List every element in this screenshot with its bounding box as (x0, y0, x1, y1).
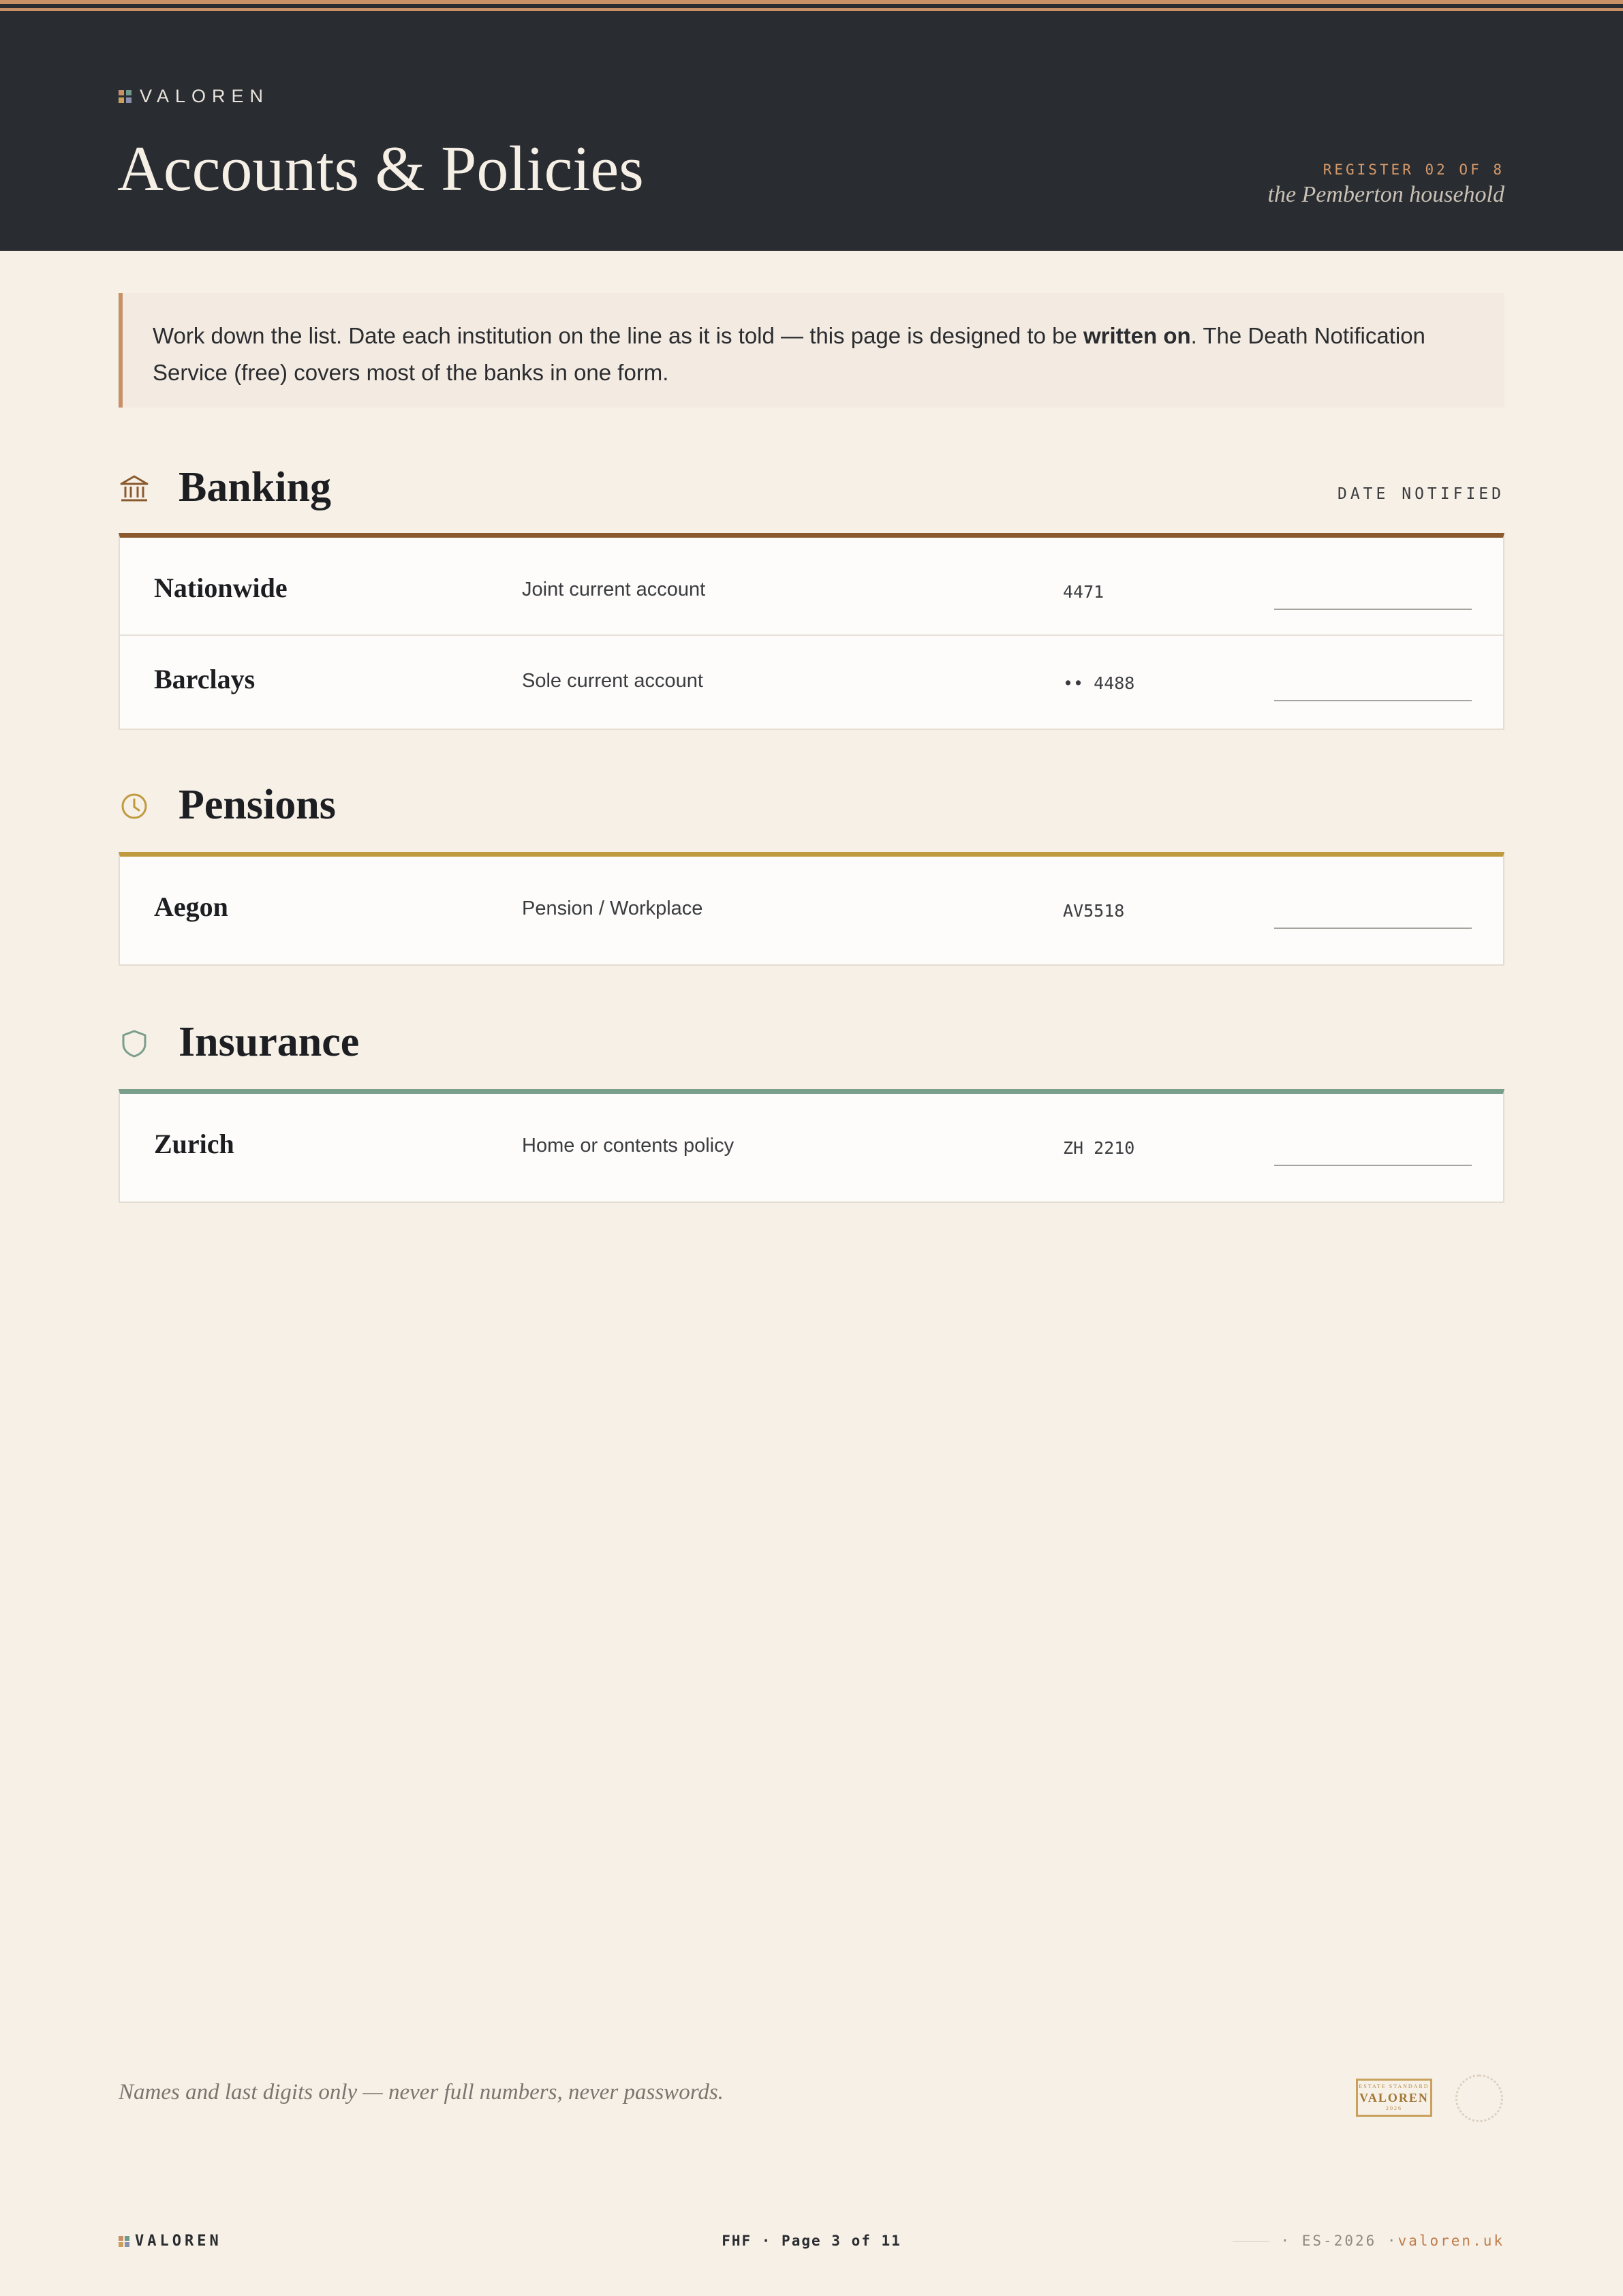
date-notified-line[interactable] (1274, 609, 1472, 610)
section-insurance-header: Insurance (119, 1011, 1504, 1073)
footer-code: · ES-2026 · (1280, 2233, 1398, 2249)
account-reference: ZH 2210 (1063, 1138, 1135, 1158)
account-description: Joint current account (522, 579, 706, 600)
section-title: Pensions (179, 782, 336, 828)
institution-name: Barclays (154, 664, 256, 694)
account-reference: •• 4488 (1063, 673, 1135, 693)
brand-logo: VALOREN (119, 85, 269, 108)
institution-name: Zurich (154, 1129, 234, 1159)
shield-icon (122, 1030, 146, 1058)
footer-disclaimer: Names and last digits only — never full … (119, 2080, 724, 2104)
brand-mark-square (126, 89, 132, 95)
instructions-note: Work down the list. Date each institutio… (119, 293, 1504, 408)
estate-standard-seal: ESTATE STANDARD VALOREN 2026 (1356, 2079, 1432, 2117)
insurance-card: Zurich Home or contents policy ZH 2210 (119, 1089, 1504, 1203)
footer-site-link[interactable]: valoren.uk (1398, 2233, 1504, 2249)
banking-card: Nationwide Joint current account 4471 Ba… (119, 533, 1504, 730)
brand-mark-square (126, 97, 132, 103)
institution-name: Aegon (154, 891, 228, 922)
brand-mark-square (119, 97, 124, 103)
header-accent-stripe (0, 8, 1623, 11)
date-notified-line[interactable] (1274, 1165, 1472, 1166)
register-info: REGISTER 02 OF 8 the Pemberton household (1268, 161, 1505, 210)
stamp-circle-icon (1455, 2075, 1503, 2122)
page-header: VALOREN Accounts & Policies REGISTER 02 … (0, 0, 1623, 251)
account-description: Sole current account (522, 670, 703, 692)
table-row: Aegon Pension / Workplace AV5518 (120, 857, 1503, 964)
date-notified-line[interactable] (1274, 928, 1472, 929)
seal-name: VALOREN (1359, 2091, 1429, 2104)
table-row: Nationwide Joint current account 4471 (120, 538, 1503, 634)
section-title: Insurance (179, 1019, 360, 1065)
account-reference: AV5518 (1063, 901, 1125, 921)
instructions-emphasis: written on (1083, 323, 1191, 348)
brand-mark-square (119, 89, 124, 95)
table-row: Zurich Home or contents policy ZH 2210 (120, 1094, 1503, 1201)
date-notified-line[interactable] (1274, 700, 1472, 701)
header-accent-stripe (0, 0, 1623, 4)
seal-top-text: ESTATE STANDARD (1359, 2083, 1429, 2090)
clock-icon (121, 793, 147, 819)
brand-mark-icon (119, 89, 132, 103)
account-description: Home or contents policy (522, 1135, 735, 1157)
institution-name: Nationwide (154, 572, 288, 603)
footer-divider (1233, 2241, 1270, 2242)
section-pensions-header: Pensions (119, 774, 1504, 836)
register-code: REGISTER 02 OF 8 (1323, 162, 1504, 178)
instructions-text-part: Work down the list. Date each institutio… (153, 323, 1083, 348)
section-title: Banking (179, 464, 332, 510)
table-row: Barclays Sole current account •• 4488 (120, 634, 1503, 729)
bank-icon (120, 475, 149, 502)
date-notified-column-label: DATE NOTIFIED (1337, 485, 1504, 503)
account-reference: 4471 (1063, 582, 1104, 602)
pensions-card: Aegon Pension / Workplace AV5518 (119, 852, 1504, 966)
seal-bottom-text: 2026 (1386, 2105, 1402, 2111)
household-name: the Pemberton household (1267, 182, 1505, 207)
account-description: Pension / Workplace (522, 898, 703, 919)
instructions-text: Work down the list. Date each institutio… (153, 318, 1474, 391)
page-title: Accounts & Policies (117, 134, 644, 204)
brand-name: VALOREN (140, 85, 270, 106)
footer-meta: · ES-2026 ·valoren.uk (1233, 2233, 1504, 2249)
section-banking-header: Banking DATE NOTIFIED (119, 457, 1504, 518)
